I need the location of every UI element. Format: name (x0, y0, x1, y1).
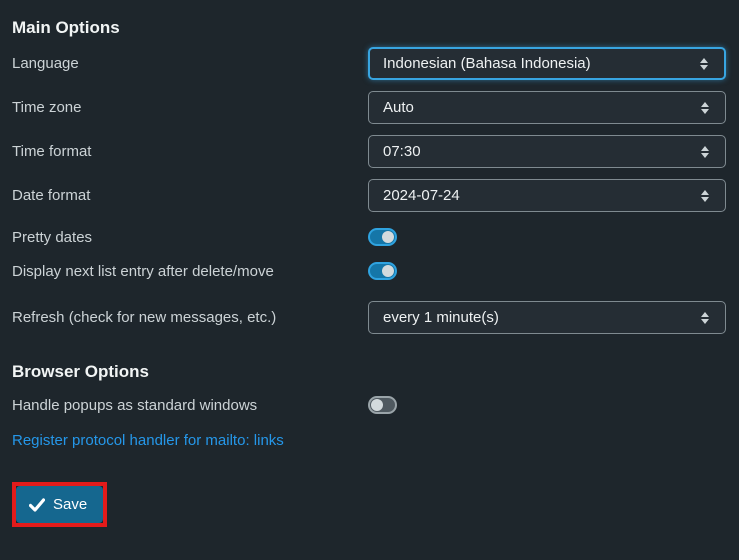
refresh-row: Refresh (check for new messages, etc.) e… (12, 301, 726, 334)
chevron-updown-icon (701, 146, 710, 158)
mailto-handler-link[interactable]: Register protocol handler for mailto: li… (12, 432, 284, 449)
pretty-dates-toggle[interactable] (368, 228, 397, 246)
date-format-select-value: 2024-07-24 (383, 187, 460, 204)
timezone-row: Time zone Auto (12, 91, 726, 124)
popups-label: Handle popups as standard windows (12, 397, 368, 414)
language-row: Language Indonesian (Bahasa Indonesia) (12, 47, 726, 80)
refresh-label: Refresh (check for new messages, etc.) (12, 309, 368, 326)
language-select[interactable]: Indonesian (Bahasa Indonesia) (368, 47, 726, 80)
time-format-row: Time format 07:30 (12, 135, 726, 168)
save-button-label: Save (53, 496, 87, 513)
toggle-knob (371, 399, 383, 411)
settings-panel: Main Options Language Indonesian (Bahasa… (0, 18, 739, 527)
chevron-updown-icon (700, 58, 709, 70)
time-format-select[interactable]: 07:30 (368, 135, 726, 168)
next-entry-row: Display next list entry after delete/mov… (12, 259, 726, 283)
chevron-updown-icon (701, 102, 710, 114)
save-button-highlight: Save (12, 482, 107, 527)
timezone-select[interactable]: Auto (368, 91, 726, 124)
popups-row: Handle popups as standard windows (12, 393, 726, 417)
save-button[interactable]: Save (16, 486, 103, 523)
date-format-label: Date format (12, 187, 368, 204)
pretty-dates-label: Pretty dates (12, 229, 368, 246)
date-format-select[interactable]: 2024-07-24 (368, 179, 726, 212)
toggle-knob (382, 231, 394, 243)
mailto-handler-row: Register protocol handler for mailto: li… (12, 431, 726, 449)
main-options-heading: Main Options (12, 18, 726, 37)
refresh-select[interactable]: every 1 minute(s) (368, 301, 726, 334)
next-entry-toggle[interactable] (368, 262, 397, 280)
time-format-label: Time format (12, 143, 368, 160)
chevron-updown-icon (701, 190, 710, 202)
popups-toggle[interactable] (368, 396, 397, 414)
refresh-select-value: every 1 minute(s) (383, 309, 499, 326)
chevron-updown-icon (701, 312, 710, 324)
browser-options-heading: Browser Options (12, 362, 726, 381)
time-format-select-value: 07:30 (383, 143, 421, 160)
timezone-label: Time zone (12, 99, 368, 116)
toggle-knob (382, 265, 394, 277)
check-icon (29, 498, 45, 512)
pretty-dates-row: Pretty dates (12, 225, 726, 249)
next-entry-label: Display next list entry after delete/mov… (12, 263, 368, 280)
language-select-value: Indonesian (Bahasa Indonesia) (383, 55, 591, 72)
date-format-row: Date format 2024-07-24 (12, 179, 726, 212)
language-label: Language (12, 55, 368, 72)
timezone-select-value: Auto (383, 99, 414, 116)
